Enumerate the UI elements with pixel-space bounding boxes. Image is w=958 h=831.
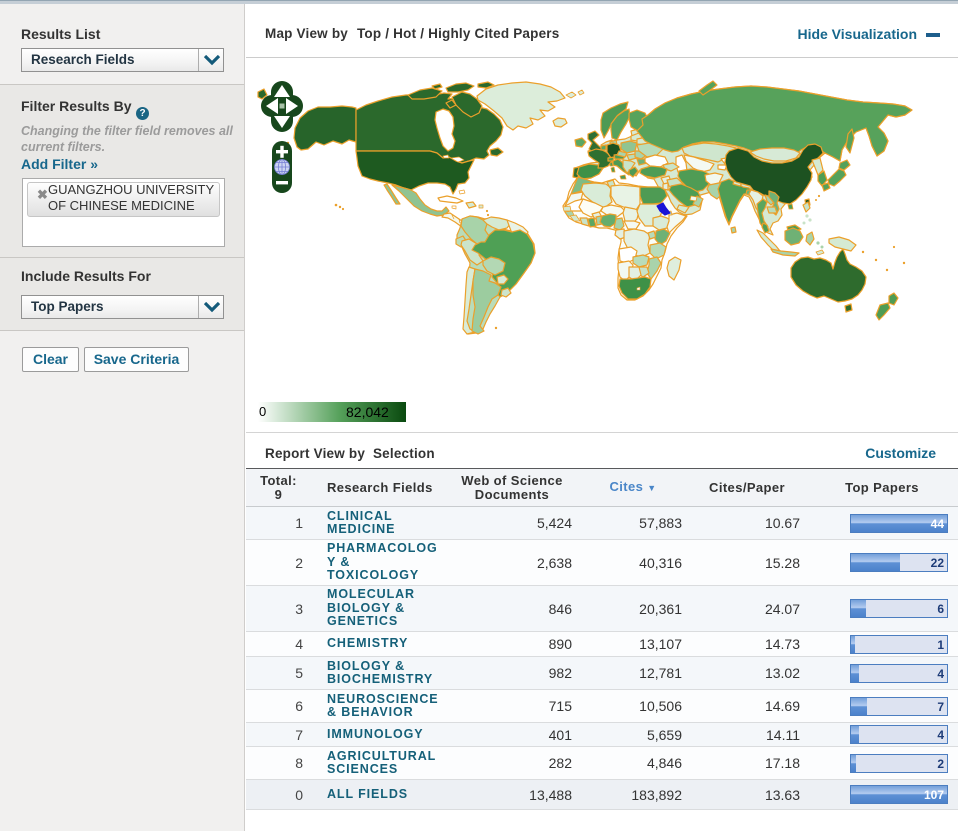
svg-text:0: 0: [259, 404, 266, 419]
svg-text:82,042: 82,042: [346, 404, 389, 420]
